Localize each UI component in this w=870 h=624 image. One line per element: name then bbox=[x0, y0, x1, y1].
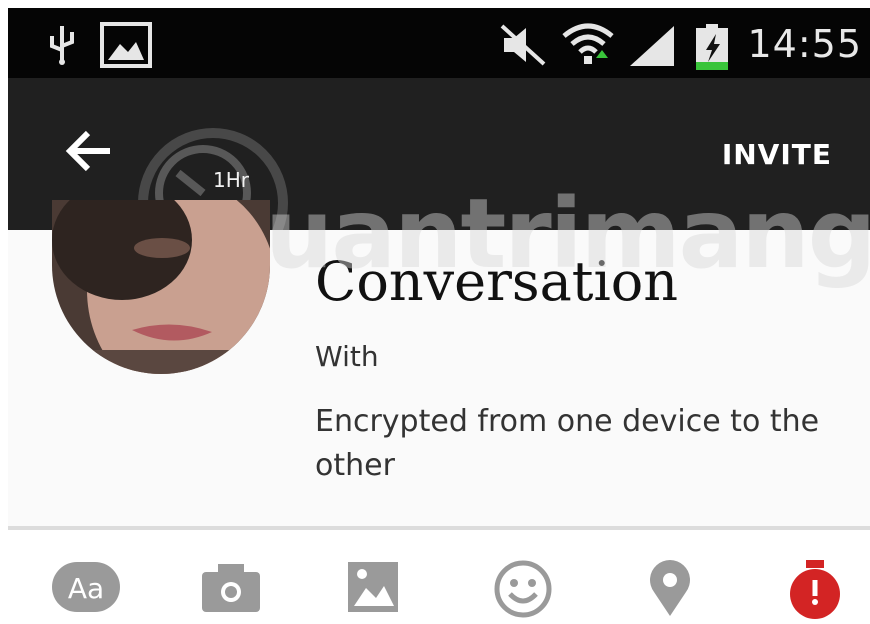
composer-toolbar: Aa bbox=[8, 540, 870, 620]
text-format-icon[interactable]: Aa bbox=[50, 560, 122, 618]
status-bar: 14:55 bbox=[8, 8, 870, 78]
avatar bbox=[52, 200, 270, 374]
watermark-text: uantrimang bbox=[265, 178, 870, 290]
back-arrow-icon[interactable] bbox=[64, 130, 114, 176]
timer-icon[interactable] bbox=[786, 560, 844, 624]
battery-charging-icon bbox=[694, 22, 730, 76]
divider bbox=[8, 526, 870, 530]
signal-icon bbox=[626, 22, 678, 72]
status-clock: 14:55 bbox=[747, 22, 862, 66]
encryption-note: Encrypted from one device to the other bbox=[315, 404, 820, 483]
wifi-icon bbox=[560, 22, 616, 72]
invite-button[interactable]: INVITE bbox=[722, 138, 832, 171]
text-format-label: Aa bbox=[68, 572, 104, 605]
timer-duration-label: 1Hr bbox=[213, 168, 249, 192]
with-label: With bbox=[315, 340, 379, 373]
location-pin-icon[interactable] bbox=[648, 560, 692, 622]
mute-icon bbox=[498, 22, 550, 72]
usb-icon bbox=[44, 22, 80, 70]
gallery-icon[interactable] bbox=[346, 560, 400, 618]
image-notification-icon bbox=[100, 22, 152, 72]
camera-icon[interactable] bbox=[200, 560, 262, 618]
emoji-icon[interactable] bbox=[494, 560, 552, 622]
